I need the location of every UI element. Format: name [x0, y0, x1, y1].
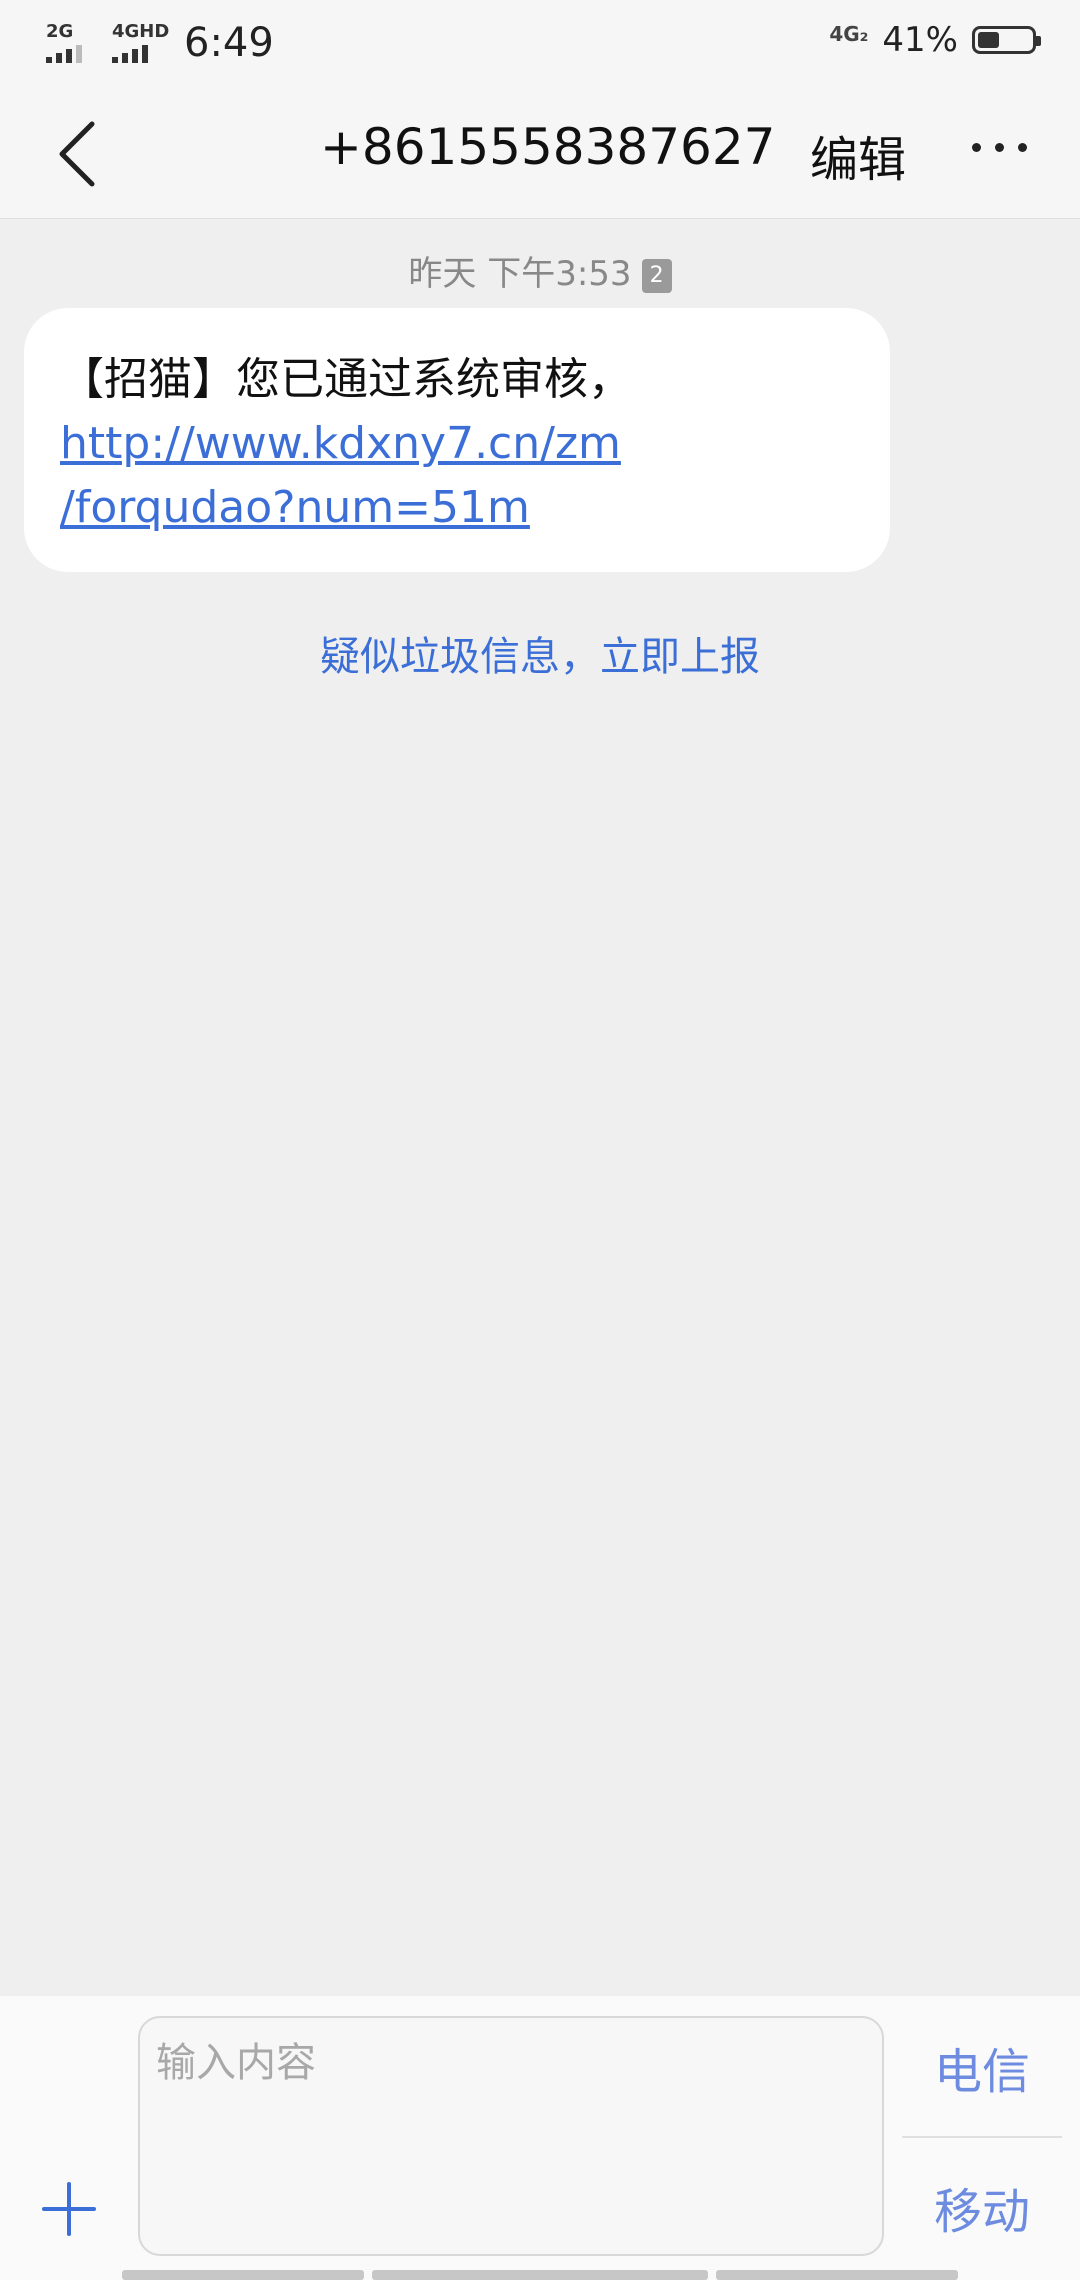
more-dots-icon [972, 142, 981, 152]
clock: 6:49 [184, 20, 274, 66]
send-sim1-button[interactable]: 电信 [902, 2032, 1062, 2102]
sim2-network-label: 4GHD [112, 21, 170, 42]
nav-indicator-left [122, 2270, 364, 2280]
nav-indicator-center [372, 2270, 708, 2280]
message-text: 【招猫】您已通过系统审核， [60, 354, 632, 405]
sim-badge: 2 [641, 258, 672, 293]
edit-button[interactable]: 编辑 [810, 120, 906, 190]
conversation-header: +8615558387627 编辑 [0, 86, 1080, 219]
message-bubble[interactable]: 【招猫】您已通过系统审核， http://www.kdxny7.cn/zm /f… [24, 308, 890, 572]
message-composer: 电信 移动 [0, 1996, 1080, 2280]
attach-button[interactable] [42, 2182, 96, 2236]
send-sim2-button[interactable]: 移动 [902, 2172, 1062, 2242]
timestamp-text: 昨天 下午3:53 [408, 254, 632, 294]
message-link-line-1[interactable]: http://www.kdxny7.cn/zm [60, 412, 854, 476]
message-timestamp: 昨天 下午3:53 2 [0, 246, 1080, 295]
status-bar: 2G 4GHD 6:49 4G₂ 41% [0, 0, 1080, 86]
back-button[interactable] [50, 114, 110, 194]
report-spam-link[interactable]: 疑似垃圾信息，立即上报 [0, 624, 1080, 682]
sim1-signal-icon: 2G [46, 23, 94, 63]
more-options-button[interactable] [972, 132, 1042, 162]
data-network-icon: 4G₂ [829, 22, 869, 46]
send-divider [902, 2136, 1062, 2138]
back-arrow-icon [59, 121, 95, 187]
plus-icon [42, 2182, 96, 2236]
sim2-signal-icon: 4GHD [112, 23, 169, 63]
nav-indicator-right [716, 2270, 958, 2280]
battery-icon [972, 26, 1041, 54]
contact-title: +8615558387627 [320, 118, 776, 176]
message-link-line-2[interactable]: /forqudao?num=51m [60, 476, 854, 540]
report-spam-label: 疑似垃圾信息，立即上报 [320, 634, 760, 680]
message-input[interactable] [138, 2016, 884, 2256]
sim1-network-label: 2G [46, 21, 74, 42]
battery-percent: 41% [882, 20, 958, 60]
